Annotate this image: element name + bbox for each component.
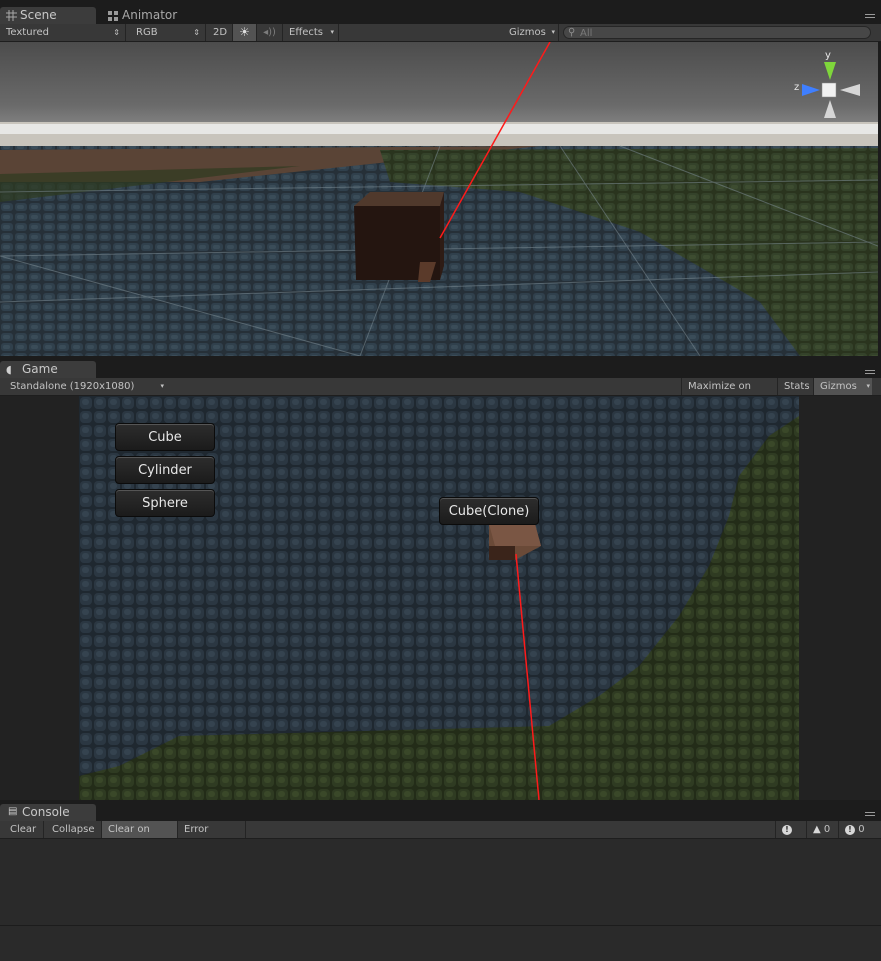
scene-toolbar: Textured ⇕ RGB ⇕ 2D ☀ ◂)) Effects ▾ Gizm…: [0, 24, 881, 42]
scene-cube[interactable]: [354, 192, 444, 282]
orientation-gizmo[interactable]: y z: [790, 50, 870, 132]
game-toolbar: Standalone (1920x1080) ▾ Maximize on Pla…: [0, 378, 881, 409]
effects-dropdown[interactable]: Effects ▾: [283, 24, 339, 41]
scene-gizmos-label: Gizmos: [509, 27, 546, 38]
resolution-label: Standalone (1920x1080): [10, 381, 135, 392]
chevron-down-icon: ▾: [160, 382, 164, 390]
console-icon: ▤: [8, 806, 18, 817]
render-mode-dropdown[interactable]: RGB ⇕: [130, 24, 206, 41]
spawn-cube-label: Cube: [148, 430, 182, 445]
console-detail-area[interactable]: [0, 926, 881, 961]
warning-icon: ▲: [813, 824, 821, 835]
scene-gizmos-dropdown[interactable]: Gizmos ▾: [503, 24, 559, 41]
tab-console[interactable]: ▤ Console: [0, 804, 96, 821]
chevron-down-icon: ▾: [866, 382, 870, 390]
spawn-sphere-label: Sphere: [142, 496, 188, 511]
object-label-button[interactable]: Cube(Clone): [439, 497, 539, 525]
search-icon: ⚲: [568, 27, 576, 38]
game-tab-bar: [0, 356, 881, 378]
console-collapse-toggle[interactable]: Collapse: [46, 821, 102, 838]
info-icon: !: [845, 825, 855, 835]
grid-icon: [6, 10, 17, 21]
console-panel-menu-icon[interactable]: [865, 812, 875, 820]
speaker-icon: ◂)): [263, 27, 276, 38]
dropdown-arrows-icon: ⇕: [113, 28, 120, 37]
spawn-sphere-button[interactable]: Sphere: [115, 489, 215, 517]
error-icon: !: [782, 825, 792, 835]
animator-icon: [108, 11, 118, 21]
stats-toggle[interactable]: Stats: [778, 378, 814, 395]
chevron-down-icon: ▾: [330, 28, 334, 36]
spawn-cube-button[interactable]: Cube: [115, 423, 215, 451]
tab-animator[interactable]: Animator: [100, 7, 190, 24]
pacman-icon: ◖: [6, 363, 12, 376]
maximize-on-play-toggle[interactable]: Maximize on Play: [681, 378, 778, 409]
scene-search-placeholder: All: [580, 28, 593, 39]
draw-mode-dropdown[interactable]: Textured ⇕: [0, 24, 126, 41]
sun-icon: ☀: [239, 25, 250, 39]
console-toolbar: Clear Collapse Clear on Play Error Pause…: [0, 821, 881, 852]
scene-view-render: [0, 42, 878, 356]
audio-toggle-button[interactable]: ◂)): [257, 24, 283, 41]
toggle-2d-label: 2D: [213, 27, 228, 38]
axis-y-label: y: [825, 50, 831, 61]
tab-scene[interactable]: Scene: [0, 7, 96, 24]
console-clear-label: Clear: [10, 824, 37, 835]
console-clear-on-play-toggle[interactable]: Clear on Play: [102, 821, 178, 852]
game-panel-menu-icon[interactable]: [865, 370, 875, 378]
tab-game-label: Game: [22, 362, 58, 376]
spawn-cylinder-button[interactable]: Cylinder: [115, 456, 215, 484]
scene-search-input[interactable]: ⚲ All: [563, 26, 871, 39]
console-tab-bar: [0, 800, 881, 821]
info-count: 0: [858, 824, 865, 835]
console-log-list[interactable]: [0, 839, 881, 926]
tab-console-label: Console: [22, 805, 70, 819]
game-gizmos-dropdown[interactable]: Gizmos ▾: [814, 378, 872, 395]
tab-game[interactable]: ◖ Game: [0, 361, 96, 378]
console-collapse-label: Collapse: [52, 824, 95, 835]
scene-viewport[interactable]: y z: [0, 42, 878, 356]
console-info-filter[interactable]: ! 0: [839, 821, 873, 838]
object-label-text: Cube(Clone): [448, 504, 530, 519]
lighting-toggle-button[interactable]: ☀: [233, 24, 257, 41]
effects-label: Effects: [289, 27, 323, 38]
resolution-dropdown[interactable]: Standalone (1920x1080) ▾: [4, 378, 166, 395]
console-clear-button[interactable]: Clear: [4, 821, 44, 838]
stats-label: Stats: [784, 381, 810, 392]
console-warning-filter[interactable]: ▲ 0: [807, 821, 839, 838]
dropdown-arrows-icon: ⇕: [193, 28, 200, 37]
axis-gizmo-icon: [802, 62, 860, 118]
tab-scene-label: Scene: [20, 8, 57, 22]
axis-z-label: z: [794, 82, 800, 93]
spawn-cylinder-label: Cylinder: [138, 463, 192, 478]
game-gizmos-label: Gizmos: [820, 381, 857, 392]
warning-count: 0: [823, 824, 831, 835]
toggle-2d-button[interactable]: 2D: [207, 24, 233, 41]
render-mode-label: RGB: [136, 27, 158, 38]
draw-mode-label: Textured: [6, 27, 49, 38]
chevron-down-icon: ▾: [551, 28, 555, 36]
console-error-pause-toggle[interactable]: Error Pause: [178, 821, 246, 852]
console-error-filter[interactable]: ! 0: [775, 821, 807, 852]
tab-animator-label: Animator: [122, 8, 178, 22]
scene-panel-menu-icon[interactable]: [865, 14, 875, 22]
